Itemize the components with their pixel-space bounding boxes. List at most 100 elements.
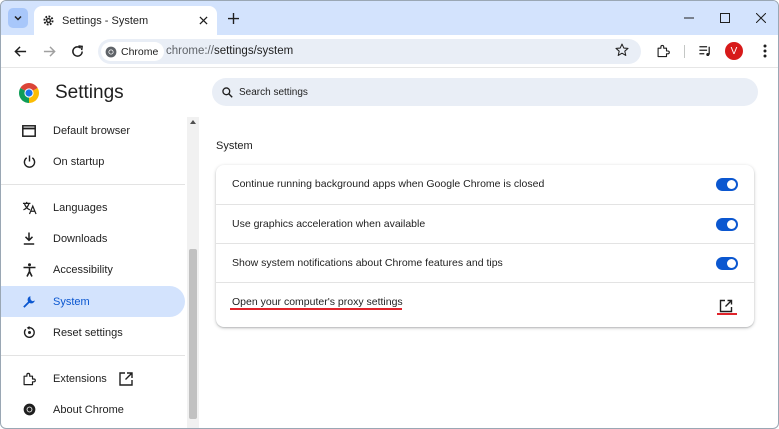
sidebar-item-system[interactable]: System (1, 286, 185, 317)
close-icon (756, 13, 766, 23)
wrench-icon (21, 294, 37, 310)
sidebar-item-label: About Chrome (53, 403, 124, 416)
power-icon (21, 154, 37, 170)
address-bar[interactable]: Chrome chrome://settings/system (98, 39, 641, 64)
browser-window-icon (21, 123, 37, 139)
close-tab-button[interactable] (195, 13, 211, 29)
chrome-icon (21, 402, 37, 418)
graphics-acceleration-toggle[interactable] (716, 218, 738, 231)
puzzle-icon (657, 44, 670, 58)
profile-avatar[interactable]: V (725, 42, 743, 60)
sidebar-item-downloads[interactable]: Downloads (1, 223, 185, 254)
maximize-icon (720, 13, 730, 23)
sidebar-item-about-chrome[interactable]: About Chrome (1, 394, 185, 425)
download-icon (21, 231, 37, 247)
scroll-up-arrow-icon[interactable] (190, 119, 196, 125)
chrome-logo-icon (19, 83, 39, 103)
setting-row-background-apps[interactable]: Continue running background apps when Go… (216, 165, 754, 204)
back-arrow-icon (13, 45, 26, 57)
toggle-knob (727, 259, 736, 268)
extensions-button[interactable] (655, 43, 671, 59)
chrome-icon (105, 46, 117, 57)
puzzle-icon (21, 371, 37, 387)
sidebar-item-label: Default browser (53, 124, 131, 137)
sidebar-item-reset-settings[interactable]: Reset settings (1, 317, 185, 348)
close-window-button[interactable] (753, 10, 769, 26)
proxy-settings-link[interactable]: Open your computer's proxy settings (232, 296, 403, 308)
reading-list-button[interactable] (697, 43, 713, 59)
plus-icon (227, 12, 239, 24)
sidebar-item-label: Languages (53, 201, 108, 214)
new-tab-button[interactable] (225, 10, 241, 26)
url-text: chrome://settings/system (166, 45, 293, 57)
sidebar-item-label: Accessibility (53, 263, 113, 276)
setting-row-proxy-settings[interactable]: Open your computer's proxy settings (216, 282, 754, 327)
more-vert-icon (763, 44, 767, 58)
sidebar-item-extensions[interactable]: Extensions (1, 363, 185, 394)
chip-label: Chrome (121, 45, 159, 58)
setting-row-graphics-acceleration[interactable]: Use graphics acceleration when available (216, 204, 754, 243)
url-path: settings/system (213, 45, 294, 57)
reset-icon (21, 325, 37, 341)
settings-header: Settings Search settings (1, 69, 778, 117)
sidebar-scrollbar[interactable] (187, 117, 199, 428)
sidebar-divider (1, 184, 185, 185)
section-title: System (216, 140, 253, 152)
toolbar: Chrome chrome://settings/system V (1, 35, 778, 68)
search-settings-input[interactable]: Search settings (212, 78, 758, 106)
maximize-button[interactable] (717, 10, 733, 26)
accessibility-icon (21, 262, 37, 278)
setting-label: Continue running background apps when Go… (232, 178, 545, 190)
browser-window: Settings - System Chrome chrome://settin… (0, 0, 779, 429)
toggle-knob (727, 180, 736, 189)
toggle-knob (727, 220, 736, 229)
system-notifications-toggle[interactable] (716, 257, 738, 270)
media-playlist-icon (699, 46, 710, 57)
sidebar-item-default-browser[interactable]: Default browser (1, 117, 185, 146)
open-in-new-icon[interactable] (719, 299, 733, 313)
sidebar-item-label: Reset settings (53, 326, 123, 339)
back-button[interactable] (12, 43, 28, 59)
tab-search-button[interactable] (8, 8, 28, 28)
reload-icon (71, 44, 83, 57)
minimize-icon (684, 17, 694, 19)
annotation-underline (230, 308, 402, 310)
toolbar-divider (684, 45, 685, 58)
sidebar-item-label: System (53, 295, 90, 308)
forward-arrow-icon (43, 45, 56, 57)
translate-icon (21, 200, 37, 216)
gear-icon (43, 15, 54, 26)
bookmark-button[interactable] (615, 43, 631, 59)
setting-label: Use graphics acceleration when available (232, 218, 426, 230)
sidebar-item-label: On startup (53, 155, 105, 168)
sidebar-item-label: Extensions (53, 372, 107, 385)
reload-button[interactable] (69, 43, 85, 59)
background-apps-toggle[interactable] (716, 178, 738, 191)
site-info-chip[interactable]: Chrome (101, 42, 165, 61)
setting-label: Show system notifications about Chrome f… (232, 257, 503, 269)
tab-strip: Settings - System (1, 1, 778, 35)
search-placeholder: Search settings (239, 86, 308, 98)
setting-row-system-notifications[interactable]: Show system notifications about Chrome f… (216, 243, 754, 282)
chevron-down-icon (14, 15, 22, 21)
close-icon (198, 16, 208, 25)
url-scheme: chrome:// (166, 45, 214, 57)
scrollbar-thumb[interactable] (189, 249, 197, 419)
page-title: Settings (55, 82, 124, 103)
open-in-new-icon (119, 371, 133, 386)
active-tab[interactable]: Settings - System (34, 6, 217, 35)
minimize-button[interactable] (681, 10, 697, 26)
star-icon (615, 43, 629, 56)
sidebar-item-accessibility[interactable]: Accessibility (1, 254, 185, 285)
system-settings-card: Continue running background apps when Go… (216, 165, 754, 327)
forward-button[interactable] (41, 43, 57, 59)
sidebar-item-languages[interactable]: Languages (1, 192, 185, 223)
sidebar-item-on-startup[interactable]: On startup (1, 146, 185, 177)
menu-button[interactable] (757, 43, 773, 59)
search-icon (222, 86, 233, 98)
sidebar-nav: Default browser On startup Languages Dow… (1, 117, 187, 428)
tab-title: Settings - System (62, 14, 149, 27)
annotation-underline (717, 313, 737, 315)
sidebar-divider (1, 355, 185, 356)
sidebar-item-label: Downloads (53, 232, 108, 245)
